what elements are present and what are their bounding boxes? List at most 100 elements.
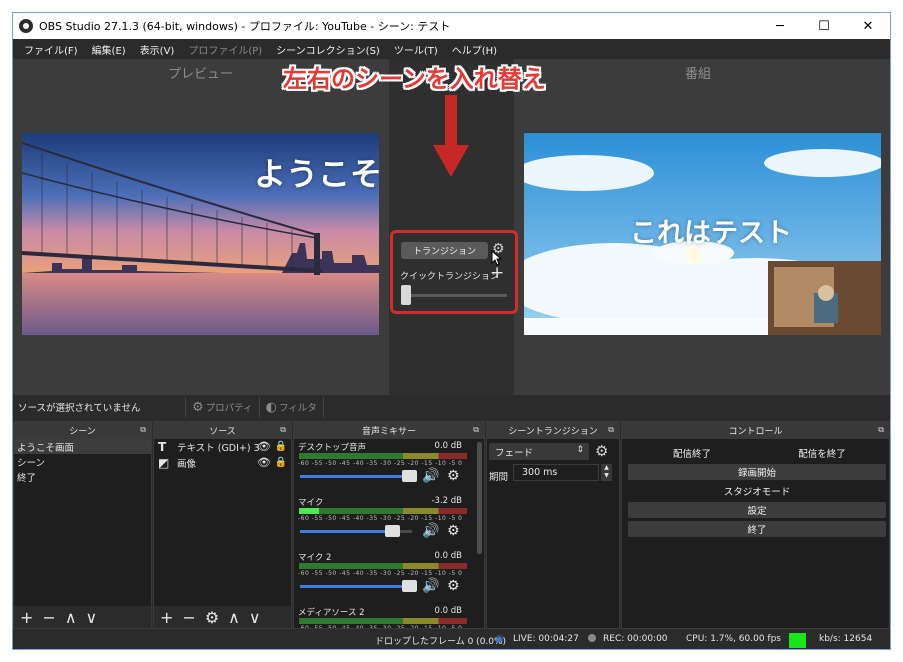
speaker-icon[interactable]: 🔊 [422, 468, 439, 484]
speaker-icon[interactable]: 🔊 [422, 523, 439, 539]
meter-ticks: -60 -55 -50 -45 -40 -35 -30 -25 -20 -15 … [298, 570, 463, 577]
scene-list: ようこそ画面 シーン 終了 [14, 439, 151, 606]
undock-icon[interactable]: ⧉ [140, 425, 146, 435]
channel-name: メディアソース 2 [298, 608, 365, 618]
undock-icon[interactable]: ⧉ [608, 425, 614, 435]
remove-source-icon[interactable]: − [182, 608, 195, 627]
dropped-frames: ドロップしたフレーム 0 (0.0%) [375, 637, 507, 647]
eye-icon[interactable]: 👁 [257, 440, 271, 453]
channel-name: マイク 2 [298, 553, 332, 563]
exit-button[interactable]: 終了 [628, 521, 886, 537]
volume-fill [300, 475, 412, 478]
duration-stepper[interactable]: ▲ ▼ [601, 464, 612, 481]
source-item[interactable]: T テキスト (GDI+) 3 👁 🔒 [154, 439, 291, 455]
live-time: LIVE: 00:04:27 [513, 634, 579, 644]
channel-gear-icon[interactable]: ⚙ [447, 523, 460, 539]
move-down-icon[interactable]: ∨ [249, 608, 261, 627]
add-quick-transition-icon[interactable]: + [490, 263, 504, 283]
menu-edit[interactable]: 編集(E) [85, 42, 133, 57]
move-up-icon[interactable]: ∧ [65, 608, 77, 627]
lock-icon[interactable]: 🔒 [275, 441, 287, 452]
sources-dock: ソース ⧉ T テキスト (GDI+) 3 👁 🔒 ◩ 画像 👁 🔒 + − ⚙… [153, 421, 292, 629]
mixer-scrollbar[interactable] [477, 442, 482, 554]
status-bar: ドロップしたフレーム 0 (0.0%) ◉ LIVE: 00:04:27 REC… [13, 631, 890, 649]
lock-icon[interactable]: 🔒 [275, 457, 287, 468]
transition-select[interactable]: フェード ⇕ [489, 443, 589, 460]
menu-help[interactable]: ヘルプ(H) [445, 42, 504, 57]
volume-handle[interactable] [402, 470, 417, 482]
remove-scene-icon[interactable]: − [42, 608, 55, 627]
scene-item[interactable]: シーン [14, 454, 151, 469]
level-meter [299, 453, 467, 459]
filter-icon: ◐ [265, 399, 277, 415]
eye-icon[interactable]: 👁 [257, 456, 271, 469]
preview-label: プレビュー [168, 67, 234, 82]
source-settings-gear-icon[interactable]: ⚙ [205, 608, 219, 627]
menu-scene-collection[interactable]: シーンコレクション(S) [269, 42, 387, 57]
transition-slider-track[interactable] [403, 294, 507, 297]
volume-slider[interactable] [300, 585, 412, 588]
volume-slider[interactable] [300, 475, 412, 478]
menu-tools[interactable]: ツール(T) [387, 42, 445, 57]
transition-select-value: フェード [495, 447, 534, 459]
maximize-button[interactable]: ☐ [802, 13, 846, 39]
menu-view[interactable]: 表示(V) [133, 42, 182, 57]
scene-item[interactable]: ようこそ画面 [14, 439, 151, 454]
source-toolbar: ソースが選択されていません ⚙ プロパティ ◐ フィルタ [13, 395, 890, 419]
undock-icon[interactable]: ⧉ [473, 425, 479, 435]
channel-gear-icon[interactable]: ⚙ [447, 578, 460, 594]
preview-scene-text: ようこそ [254, 155, 379, 193]
chevron-updown-icon: ⇕ [576, 445, 584, 455]
mixer-title: 音声ミキサー [361, 427, 416, 437]
move-down-icon[interactable]: ∨ [86, 608, 98, 627]
transition-slider-handle[interactable] [401, 285, 411, 305]
speaker-icon[interactable]: 🔊 [422, 578, 439, 594]
settings-button[interactable]: 設定 [628, 502, 886, 518]
title-bar: OBS Studio 27.1.3 (64-bit, windows) - プロ… [13, 13, 890, 39]
transition-settings-gear-icon[interactable]: ⚙ [595, 442, 608, 460]
channel-name: デスクトップ音声 [298, 443, 367, 453]
scene-item[interactable]: 終了 [14, 469, 151, 484]
undock-icon[interactable]: ⧉ [878, 425, 884, 435]
mouse-cursor-icon [491, 250, 503, 266]
preview-canvas[interactable]: ようこそ [22, 133, 379, 335]
source-item[interactable]: ◩ 画像 👁 🔒 [154, 455, 291, 471]
obs-logo-icon [19, 19, 33, 33]
close-button[interactable]: ✕ [846, 13, 890, 39]
properties-button[interactable]: ⚙ プロパティ [185, 397, 259, 417]
duration-label: 期間 [489, 472, 509, 483]
program-scene-text: これはテスト [630, 218, 792, 249]
stop-streaming-button[interactable]: 配信終了 [628, 445, 756, 461]
scenes-footer: + − ∧ ∨ [14, 606, 151, 628]
rec-dot-icon [588, 634, 596, 642]
minimize-button[interactable]: ─ [758, 13, 802, 39]
add-source-icon[interactable]: + [160, 608, 173, 627]
volume-handle[interactable] [385, 525, 401, 537]
confirm-stop-streaming-button[interactable]: 配信を終了 [758, 445, 886, 461]
level-meter [299, 508, 467, 514]
studio-mode-button[interactable]: スタジオモード [628, 483, 886, 499]
mixer-channel: デスクトップ音声 0.0 dB -60 -55 -50 -45 -40 -35 … [294, 439, 484, 494]
mixer-channel: マイク 2 0.0 dB -60 -55 -50 -45 -40 -35 -30… [294, 549, 484, 604]
volume-handle[interactable] [402, 580, 417, 592]
transition-panel-highlight: トランジション ⚙ クイックトランジション + [390, 230, 518, 314]
window-title: OBS Studio 27.1.3 (64-bit, windows) - プロ… [39, 20, 451, 33]
transition-button[interactable]: トランジション [401, 242, 488, 259]
text-source-icon: T [158, 440, 167, 454]
channel-gear-icon[interactable]: ⚙ [447, 468, 460, 484]
start-recording-button[interactable]: 録画開始 [628, 464, 886, 480]
properties-label: プロパティ [205, 403, 253, 414]
filters-button[interactable]: ◐ フィルタ [258, 397, 324, 417]
menu-file[interactable]: ファイル(F) [17, 42, 85, 57]
level-meter-fill [299, 508, 320, 514]
move-up-icon[interactable]: ∧ [228, 608, 240, 627]
image-source-icon: ◩ [158, 456, 170, 470]
sources-header: ソース ⧉ [154, 422, 291, 439]
channel-db: 0.0 dB [434, 441, 462, 451]
duration-input[interactable]: 300 ms [513, 464, 599, 481]
undock-icon[interactable]: ⧉ [280, 425, 286, 435]
bitrate: kb/s: 12654 [819, 634, 873, 644]
menu-profile[interactable]: プロファイル(P) [181, 42, 269, 57]
quick-transition-label: クイックトランジション [400, 272, 500, 282]
add-scene-icon[interactable]: + [20, 608, 33, 627]
